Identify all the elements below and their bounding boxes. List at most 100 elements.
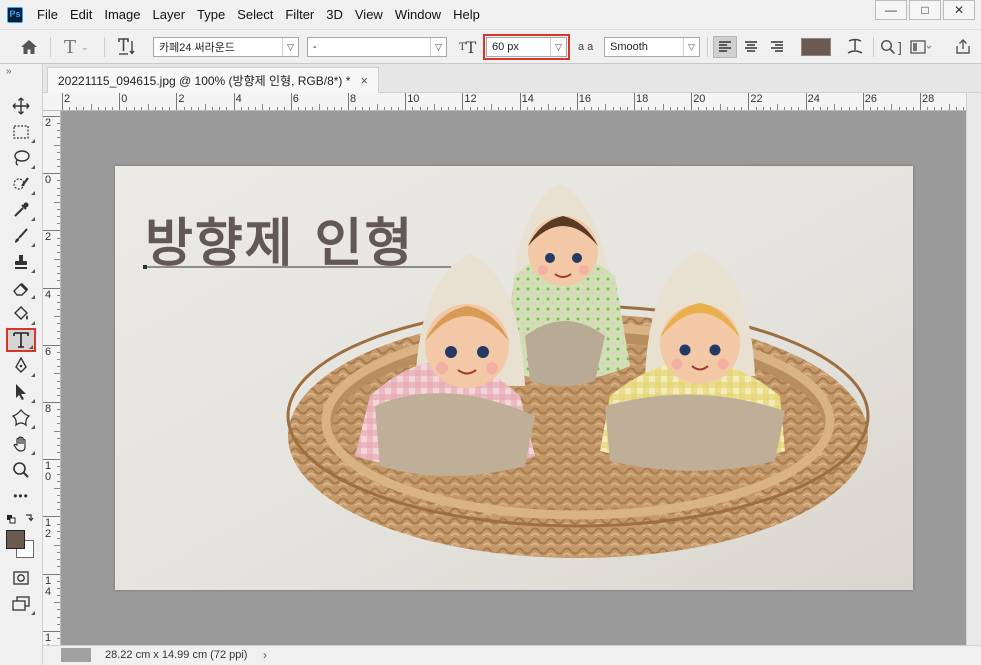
menu-file[interactable]: File <box>31 0 64 29</box>
menu-window[interactable]: Window <box>389 0 447 29</box>
text-color-swatch[interactable] <box>801 38 831 56</box>
eraser-icon <box>13 282 29 296</box>
window-controls: — □ ✕ <box>875 0 975 20</box>
stamp-tool[interactable] <box>6 250 36 274</box>
tools-panel: » ••• <box>0 64 43 665</box>
brush-tool[interactable] <box>6 224 36 248</box>
align-center-button[interactable] <box>740 36 762 58</box>
antialias-value: Smooth <box>610 41 648 53</box>
document-tab[interactable]: 20221115_094615.jpg @ 100% (방향제 인형, RGB/… <box>47 67 380 93</box>
paint-bucket-icon <box>14 306 28 320</box>
type-tool-preset-icon[interactable]: T ⌄ <box>64 36 89 58</box>
move-tool[interactable] <box>6 94 36 118</box>
pen-tool[interactable] <box>6 354 36 378</box>
close-button[interactable]: ✕ <box>943 0 975 20</box>
menu-3d[interactable]: 3D <box>320 0 349 29</box>
antialias-select[interactable]: Smooth ▽ <box>604 37 700 57</box>
more-tools-icon[interactable]: ••• <box>6 484 36 508</box>
menu-help[interactable]: Help <box>447 0 486 29</box>
search-icon[interactable]: ] <box>880 36 902 58</box>
chevron-down-icon: ▽ <box>282 38 298 56</box>
eyedropper-icon <box>14 202 29 217</box>
path-selection-tool[interactable] <box>6 380 36 404</box>
share-icon[interactable] <box>955 36 971 58</box>
arrow-pointer-icon <box>16 384 26 400</box>
ruler-label: 24 <box>807 93 820 105</box>
chevron-down-icon: ▽ <box>683 38 699 56</box>
brush-icon <box>15 228 28 243</box>
vertical-ruler[interactable]: 2 0 2 4 6 8 1 0 1 2 1 4 1 6 <box>43 111 61 645</box>
ruler-label: 8 <box>350 93 357 105</box>
headline-text-layer[interactable]: 방향제 인형 <box>145 214 414 274</box>
eyedropper-tool[interactable] <box>6 198 36 222</box>
ruler-label: 20 <box>693 93 706 105</box>
custom-shape-icon <box>12 409 30 427</box>
ruler-label: 0 <box>45 174 52 187</box>
font-family-select[interactable]: 카페24 써라운드 ▽ <box>153 37 299 57</box>
swap-colors-icon[interactable] <box>6 512 38 526</box>
lasso-icon <box>14 150 30 166</box>
ruler-label: 1 0 <box>45 460 52 484</box>
restore-button[interactable]: □ <box>909 0 941 20</box>
zoom-icon <box>13 462 29 478</box>
chevron-down-icon: ▽ <box>550 38 566 56</box>
align-right-button[interactable] <box>766 36 788 58</box>
ruler-label: 2 <box>45 231 52 244</box>
options-bar: T ⌄ 카페24 써라운드 ▽ - ▽ TT 60 px ▽ a a Smooth… <box>0 29 981 64</box>
hand-tool[interactable] <box>6 432 36 456</box>
document-tab-title: 20221115_094615.jpg @ 100% (방향제 인형, RGB/… <box>58 74 351 88</box>
hand-icon <box>13 436 26 452</box>
photoshop-logo: Ps <box>7 6 23 23</box>
pen-icon <box>15 357 27 373</box>
screen-mode-icon <box>12 596 30 611</box>
ruler-label: 8 <box>45 403 52 415</box>
stamp-icon <box>15 255 27 269</box>
ruler-label: 22 <box>750 93 763 105</box>
align-left-button[interactable] <box>713 36 737 58</box>
ruler-label: 6 <box>45 345 52 358</box>
ruler-label: 16 <box>578 93 592 105</box>
minimize-button[interactable]: — <box>875 0 907 20</box>
font-family-value: 카페24 써라운드 <box>159 42 236 54</box>
document-dimensions: 28.22 cm x 14.99 cm (72 ppi) <box>105 649 248 661</box>
menu-type[interactable]: Type <box>191 0 231 29</box>
font-style-select[interactable]: - ▽ <box>307 37 447 57</box>
foreground-color-swatch[interactable] <box>6 530 25 549</box>
document-image[interactable]: 방향제 인형 <box>115 166 913 590</box>
ruler-label: 4 <box>235 93 242 105</box>
menu-image[interactable]: Image <box>98 0 146 29</box>
vertical-scrollbar[interactable] <box>966 93 981 645</box>
menu-select[interactable]: Select <box>231 0 279 29</box>
menu-view[interactable]: View <box>349 0 389 29</box>
tab-close-icon[interactable]: × <box>360 73 368 88</box>
ruler-label: 2 <box>45 117 52 129</box>
type-tool[interactable] <box>6 328 36 352</box>
warp-text-icon[interactable] <box>846 36 864 58</box>
font-size-icon: TT <box>459 37 477 57</box>
lasso-tool[interactable] <box>6 146 36 170</box>
zoom-level-field[interactable] <box>61 648 91 662</box>
ruler-label: 4 <box>45 288 52 301</box>
custom-shape-tool[interactable] <box>6 406 36 430</box>
menu-edit[interactable]: Edit <box>64 0 98 29</box>
eraser-tool[interactable] <box>6 276 36 300</box>
marquee-tool[interactable] <box>6 120 36 144</box>
ruler-label: 6 <box>292 93 299 105</box>
move-icon <box>12 97 30 115</box>
panel-collapse-icon[interactable]: » <box>6 66 12 77</box>
text-orientation-icon[interactable] <box>118 36 136 58</box>
status-menu-arrow-icon[interactable]: › <box>263 648 267 662</box>
menu-filter[interactable]: Filter <box>279 0 320 29</box>
font-size-select[interactable]: 60 px ▽ <box>483 34 570 60</box>
color-swatches[interactable] <box>6 530 36 560</box>
quick-mask-tool[interactable] <box>6 566 36 590</box>
home-icon[interactable] <box>20 36 38 58</box>
horizontal-ruler[interactable]: 2 0 2 4 6 8 10 12 14 16 18 20 22 24 26 28 <box>57 93 966 111</box>
screen-mode-tool[interactable] <box>6 592 36 616</box>
zoom-tool[interactable] <box>6 458 36 482</box>
gradient-tool[interactable] <box>6 302 36 326</box>
menu-layer[interactable]: Layer <box>147 0 192 29</box>
quick-selection-tool[interactable] <box>6 172 36 196</box>
workspace-icon[interactable] <box>910 36 932 58</box>
ruler-label: 2 <box>178 93 185 105</box>
